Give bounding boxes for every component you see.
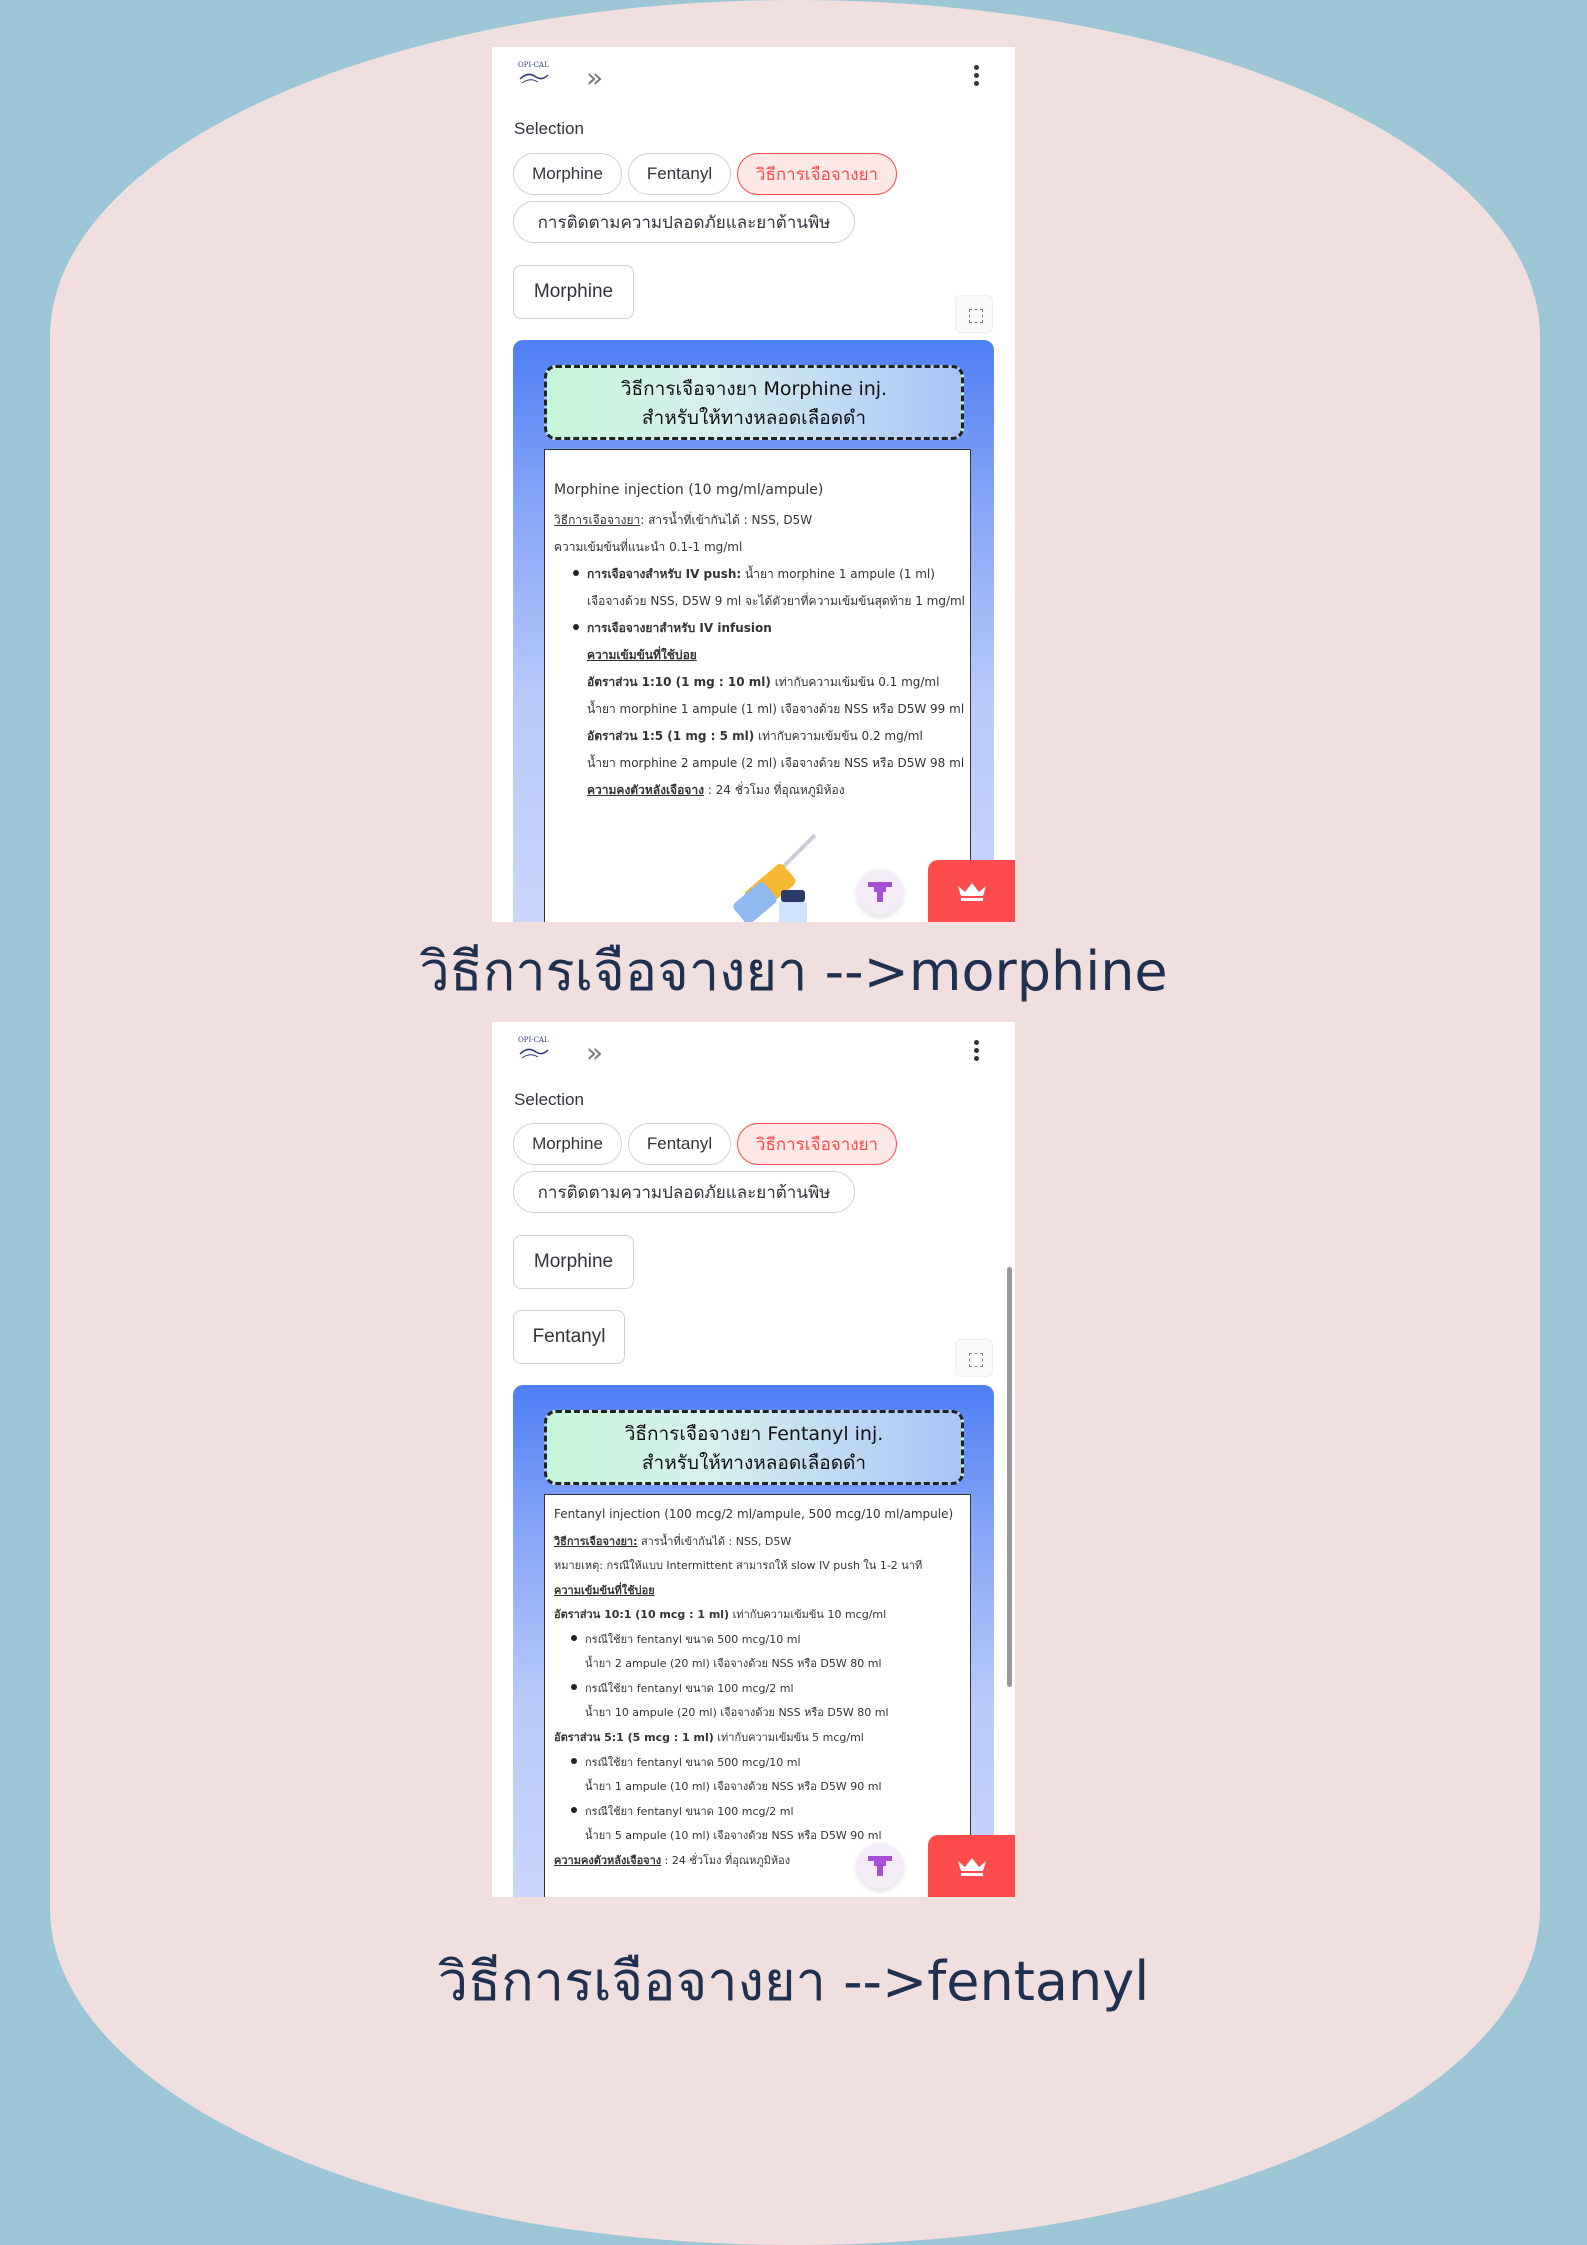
- common-conc-label: ความเข้มข้นที่ใช้บ่อย: [587, 648, 697, 662]
- r1-b: กรณีใช้ยา fentanyl ขนาด 100 mcg/2 ml: [585, 1682, 794, 1695]
- bullet: [573, 570, 579, 576]
- ratio2-detail: น้ำยา morphine 2 ampule (2 ml) เจือจางด้…: [587, 756, 965, 770]
- iv-push-line: การเจือจางสำหรับ IV push: น้ำยา morphine…: [587, 567, 935, 581]
- app-header: OPI-CAL »: [492, 1022, 1015, 1082]
- kebab-menu-icon[interactable]: [973, 1040, 979, 1062]
- card-title-line1: วิธีการเจือจางยา Morphine inj.: [620, 378, 888, 400]
- pixel-icon: [868, 1856, 892, 1876]
- pill-morphine[interactable]: Morphine: [513, 153, 622, 195]
- svg-text:OPI-CAL: OPI-CAL: [518, 1036, 549, 1044]
- bullet: [571, 1684, 577, 1690]
- stability-line: ความคงตัวหลังเจือจาง : 24 ชั่วโมง ที่อุณ…: [587, 783, 845, 797]
- card-body: Fentanyl injection (100 mcg/2 ml/ampule,…: [544, 1494, 971, 1897]
- pill-fentanyl[interactable]: Fentanyl: [628, 1123, 731, 1165]
- stability-line: ความคงตัวหลังเจือจาง : 24 ชั่วโมง ที่อุณ…: [554, 1854, 791, 1867]
- phone-screenshot-fentanyl: OPI-CAL » Selection Morphine Fentanyl วิ…: [492, 1022, 1015, 1897]
- kebab-menu-icon[interactable]: [973, 65, 979, 87]
- pill-dilution-method[interactable]: วิธีการเจือจางยา: [737, 153, 897, 195]
- pill-dilution-method[interactable]: วิธีการเจือจางยา: [737, 1123, 897, 1165]
- note-line: หมายเหตุ: กรณีให้แบบ Intermittent สามารถ…: [554, 1559, 923, 1572]
- r2-b: กรณีใช้ยา fentanyl ขนาด 100 mcg/2 ml: [585, 1805, 794, 1818]
- r2-a: กรณีใช้ยา fentanyl ขนาด 500 mcg/10 ml: [585, 1756, 801, 1769]
- r2-b-detail: น้ำยา 5 ampule (10 ml) เจือจางด้วย NSS ห…: [585, 1829, 882, 1842]
- crown-icon[interactable]: [928, 1835, 1015, 1897]
- selection-label: Selection: [514, 1090, 584, 1109]
- drug-heading: Fentanyl injection (100 mcg/2 ml/ampule,…: [554, 1507, 954, 1521]
- fullscreen-icon[interactable]: [955, 1339, 993, 1377]
- pixel-icon: [868, 882, 892, 902]
- scrollbar[interactable]: [1007, 1267, 1012, 1687]
- pill-fentanyl[interactable]: Fentanyl: [628, 153, 731, 195]
- streamlit-status-icon[interactable]: [857, 1843, 903, 1889]
- bullet: [571, 1635, 577, 1641]
- double-chevron-right-icon[interactable]: »: [586, 61, 603, 94]
- dilution-card-fentanyl: วิธีการเจือจางยา Fentanyl inj. สำหรับให้…: [513, 1385, 994, 1897]
- selection-label: Selection: [514, 119, 584, 138]
- ratio2-line: อัตราส่วน 5:1 (5 mcg : 1 ml) เท่ากับความ…: [554, 1731, 864, 1744]
- method-line: วิธีการเจือจางยา: สารน้ำที่เข้ากันได้ : …: [554, 513, 813, 527]
- pill-morphine[interactable]: Morphine: [513, 1123, 622, 1165]
- fullscreen-icon[interactable]: [955, 295, 993, 333]
- pill-safety-monitoring[interactable]: การติดตามความปลอดภัยและยาต้านพิษ: [513, 1171, 855, 1213]
- morphine-button[interactable]: Morphine: [513, 1235, 634, 1289]
- method-line: วิธีการเจือจางยา: สารน้ำที่เข้ากันได้ : …: [554, 1535, 792, 1548]
- drug-heading: Morphine injection (10 mg/ml/ampule): [554, 482, 824, 498]
- conc-line: ความเข้มข้นที่แนะนำ 0.1-1 mg/ml: [554, 540, 743, 554]
- ratio1-detail: น้ำยา morphine 1 ampule (1 ml) เจือจางด้…: [587, 702, 965, 716]
- phone-screenshot-morphine: OPI-CAL » Selection Morphine Fentanyl วิ…: [492, 47, 1015, 922]
- ratio1-line: อัตราส่วน 1:10 (1 mg : 10 ml) เท่ากับควา…: [587, 675, 940, 689]
- card-title-line1: วิธีการเจือจางยา Fentanyl inj.: [624, 1423, 884, 1445]
- iv-infusion-label: การเจือจางยาสำหรับ IV infusion: [587, 621, 772, 635]
- r1-a-detail: น้ำยา 2 ampule (20 ml) เจือจางด้วย NSS ห…: [585, 1657, 882, 1670]
- iv-push-detail: เจือจางด้วย NSS, D5W 9 ml จะได้ตัวยาที่ค…: [587, 594, 966, 608]
- card-title-line2: สำหรับให้ทางหลอดเลือดดำ: [641, 407, 867, 429]
- morphine-button[interactable]: Morphine: [513, 265, 634, 319]
- card-title: วิธีการเจือจางยา Morphine inj. สำหรับให้…: [544, 365, 964, 440]
- crown-icon[interactable]: [928, 860, 1015, 922]
- card-body: Morphine injection (10 mg/ml/ampule) วิธ…: [544, 449, 971, 922]
- app-logo: OPI-CAL: [518, 61, 549, 84]
- svg-text:OPI-CAL: OPI-CAL: [518, 61, 549, 69]
- ratio2-line: อัตราส่วน 1:5 (1 mg : 5 ml) เท่ากับความเ…: [587, 729, 923, 743]
- syringe-vial-illustration: [733, 833, 817, 922]
- common-conc-label: ความเข้มข้นที่ใช้บ่อย: [554, 1584, 655, 1597]
- r2-a-detail: น้ำยา 1 ampule (10 ml) เจือจางด้วย NSS ห…: [585, 1780, 882, 1793]
- r1-a: กรณีใช้ยา fentanyl ขนาด 500 mcg/10 ml: [585, 1633, 801, 1646]
- r1-b-detail: น้ำยา 10 ampule (20 ml) เจือจางด้วย NSS …: [585, 1706, 889, 1719]
- app-header: OPI-CAL »: [492, 47, 1015, 107]
- app-logo: OPI-CAL: [518, 1036, 549, 1059]
- ratio1-line: อัตราส่วน 10:1 (10 mcg : 1 ml) เท่ากับคว…: [554, 1608, 887, 1621]
- bullet: [571, 1758, 577, 1764]
- double-chevron-right-icon[interactable]: »: [586, 1036, 603, 1069]
- fentanyl-button[interactable]: Fentanyl: [513, 1310, 625, 1364]
- bullet: [571, 1807, 577, 1813]
- card-title-line2: สำหรับให้ทางหลอดเลือดดำ: [641, 1452, 867, 1474]
- caption-morphine: วิธีการเจือจางยา -->morphine: [419, 940, 1168, 1003]
- bullet: [573, 624, 579, 630]
- dilution-card-morphine: วิธีการเจือจางยา Morphine inj. สำหรับให้…: [513, 340, 994, 922]
- streamlit-status-icon[interactable]: [857, 869, 903, 915]
- caption-fentanyl: วิธีการเจือจางยา -->fentanyl: [437, 1950, 1150, 2013]
- card-title: วิธีการเจือจางยา Fentanyl inj. สำหรับให้…: [544, 1410, 964, 1485]
- pill-safety-monitoring[interactable]: การติดตามความปลอดภัยและยาต้านพิษ: [513, 201, 855, 243]
